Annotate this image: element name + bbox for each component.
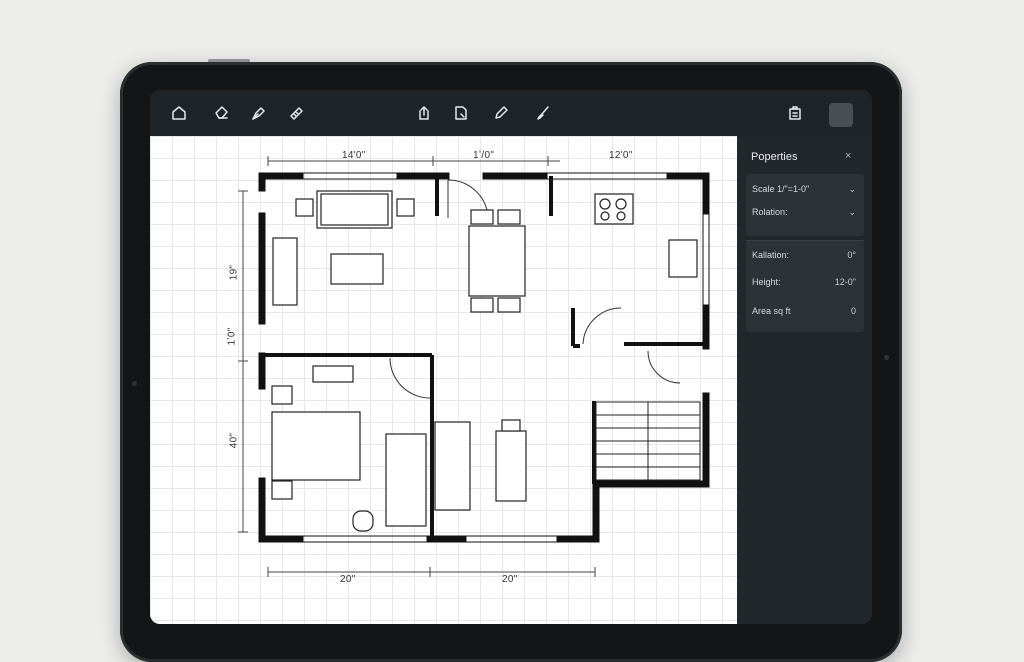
side-table bbox=[295, 198, 314, 217]
height-row[interactable]: Height: 12-0" bbox=[752, 275, 858, 291]
dining-chair bbox=[497, 297, 521, 313]
dimension-label-bottom: 20" bbox=[340, 574, 356, 585]
clipboard-icon[interactable] bbox=[784, 102, 806, 124]
desk-chair bbox=[501, 419, 521, 432]
coffee-table bbox=[330, 253, 384, 285]
eraser-icon[interactable] bbox=[210, 102, 232, 124]
close-icon[interactable]: × bbox=[845, 150, 851, 162]
dining-table bbox=[468, 225, 526, 297]
area-value[interactable]: 0 bbox=[851, 306, 856, 316]
scale-card: Scale 1/"=1-0" ⌄ Rolation: ⌄ bbox=[746, 174, 864, 236]
chevron-down-icon[interactable]: ⌄ bbox=[848, 184, 856, 195]
measurements-card: Kallation: 0° Height: 12-0" Area sq ft 0 bbox=[746, 240, 864, 332]
dining-chair bbox=[470, 297, 494, 313]
dimension-label-left: 19" bbox=[228, 264, 240, 281]
side-table bbox=[396, 198, 415, 217]
stove bbox=[594, 193, 634, 225]
document-icon[interactable] bbox=[450, 102, 472, 124]
divider bbox=[746, 240, 864, 241]
height-label: Height: bbox=[752, 277, 781, 287]
nightstand bbox=[271, 480, 293, 500]
rotation-label: Rolation: bbox=[752, 207, 788, 217]
rotation-row[interactable]: Rolation: ⌄ bbox=[752, 205, 858, 221]
tablet-camera bbox=[132, 381, 137, 386]
dimension-label-left: 1ʼ0" bbox=[226, 327, 238, 346]
brush-icon[interactable] bbox=[532, 102, 554, 124]
bed bbox=[271, 411, 361, 481]
tablet-sensor bbox=[884, 355, 889, 360]
home-icon[interactable] bbox=[168, 102, 190, 124]
scale-label: Scale 1/"=1-0" bbox=[752, 184, 810, 194]
nightstand bbox=[271, 385, 293, 405]
height-value[interactable]: 12-0" bbox=[835, 277, 856, 287]
dimension-label-top: 14'0" bbox=[342, 150, 366, 161]
pen-tool-icon[interactable] bbox=[248, 102, 270, 124]
toilet bbox=[352, 510, 374, 532]
dimension-label-top: 12'0" bbox=[609, 150, 633, 161]
toolbar bbox=[150, 90, 872, 136]
color-swatch-button[interactable] bbox=[829, 103, 853, 127]
pencil-icon[interactable] bbox=[490, 102, 512, 124]
tv-console bbox=[272, 237, 298, 306]
sofa-den bbox=[434, 421, 471, 511]
kitchen-sink bbox=[668, 239, 698, 278]
floor-plan-drawing bbox=[238, 156, 710, 577]
area-label: Area sq ft bbox=[752, 306, 791, 316]
properties-panel: Poperties × Scale 1/"=1-0" ⌄ Rolation: ⌄… bbox=[737, 136, 872, 624]
dining-chair bbox=[497, 209, 521, 225]
app-screen: 14'0" 1ʼ/0" 12'0" 19" 1ʼ0" 40" 20" 20" P… bbox=[150, 90, 872, 624]
bathtub bbox=[385, 433, 427, 527]
area-row[interactable]: Area sq ft 0 bbox=[752, 304, 858, 320]
ruler-icon[interactable] bbox=[286, 102, 308, 124]
share-icon[interactable] bbox=[413, 102, 435, 124]
floor-plan-canvas[interactable]: 14'0" 1ʼ/0" 12'0" 19" 1ʼ0" 40" 20" 20" bbox=[150, 136, 737, 624]
desk bbox=[495, 430, 527, 502]
panel-title: Poperties bbox=[751, 151, 798, 163]
kallation-value[interactable]: 0° bbox=[847, 250, 856, 260]
kallation-row[interactable]: Kallation: 0° bbox=[752, 248, 858, 264]
sofa bbox=[316, 190, 393, 229]
dimension-label-top: 1ʼ/0" bbox=[473, 150, 495, 161]
dining-chair bbox=[470, 209, 494, 225]
chevron-down-icon[interactable]: ⌄ bbox=[848, 207, 856, 218]
kallation-label: Kallation: bbox=[752, 250, 790, 260]
staircase bbox=[595, 401, 701, 481]
dresser bbox=[312, 365, 354, 383]
dimension-label-left: 40" bbox=[228, 432, 240, 449]
dimension-label-bottom: 20" bbox=[502, 574, 518, 585]
scale-row[interactable]: Scale 1/"=1-0" ⌄ bbox=[752, 182, 858, 198]
